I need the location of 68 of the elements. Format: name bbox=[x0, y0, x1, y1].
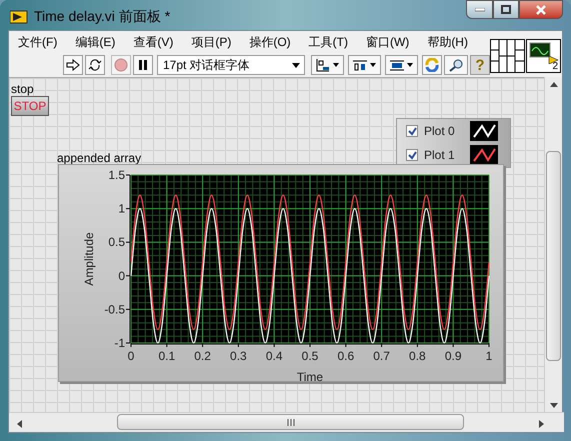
resize-button[interactable] bbox=[385, 55, 418, 75]
x-tick-label: 0.5 bbox=[302, 349, 318, 363]
scroll-up-icon[interactable] bbox=[550, 82, 558, 87]
dropdown-arrow-icon bbox=[292, 62, 300, 68]
x-tick-label: 0 bbox=[128, 349, 134, 363]
menu-item[interactable]: 帮助(H) bbox=[424, 33, 471, 51]
close-button[interactable] bbox=[519, 0, 563, 19]
plot-checkbox[interactable] bbox=[406, 149, 418, 161]
search-icon bbox=[448, 58, 464, 72]
y-axis-title: Amplitude bbox=[82, 232, 96, 286]
menu-item[interactable]: 编辑(E) bbox=[72, 33, 118, 51]
y-tick-label: -0.5 bbox=[104, 302, 125, 316]
x-tick-label: 0.7 bbox=[373, 349, 390, 363]
align-objects-icon bbox=[314, 58, 340, 72]
plot-name: Plot 1 bbox=[424, 147, 456, 164]
menu-item[interactable]: 查看(V) bbox=[130, 33, 176, 51]
cycle-arrows-icon bbox=[88, 58, 102, 72]
distribute-button[interactable] bbox=[348, 55, 381, 75]
x-axis-title: Time bbox=[296, 370, 324, 383]
x-tick-label: 0.3 bbox=[230, 349, 247, 363]
menu-item[interactable]: 窗口(W) bbox=[362, 33, 412, 51]
distribute-objects-icon bbox=[352, 58, 378, 72]
minimize-icon bbox=[474, 8, 484, 12]
menu-item[interactable]: 文件(F) bbox=[15, 33, 60, 51]
cleanup-button[interactable] bbox=[422, 55, 442, 75]
vertical-scroll-thumb[interactable] bbox=[546, 151, 561, 361]
menu-item[interactable]: 操作(O) bbox=[246, 33, 294, 51]
x-tick-label: 0.8 bbox=[409, 349, 426, 363]
x-tick-label: 0.1 bbox=[158, 349, 176, 363]
maximize-icon bbox=[501, 5, 511, 14]
y-tick-label: 0 bbox=[118, 268, 125, 283]
y-tick-label: 1.5 bbox=[108, 168, 125, 182]
window-title: Time delay.vi 前面板 * bbox=[34, 7, 170, 26]
run-button[interactable] bbox=[63, 55, 83, 75]
menu-item[interactable]: 项目(P) bbox=[188, 33, 234, 51]
close-icon bbox=[536, 4, 546, 14]
minimize-button[interactable] bbox=[466, 0, 493, 19]
search-button[interactable] bbox=[444, 55, 468, 75]
scroll-down-icon[interactable] bbox=[550, 403, 558, 408]
run-continuously-button[interactable] bbox=[85, 55, 105, 75]
plot-checkbox[interactable] bbox=[406, 125, 418, 137]
grip-icon bbox=[286, 418, 294, 426]
y-tick-label: 0.5 bbox=[108, 235, 125, 250]
connector-number: 2 bbox=[552, 62, 558, 72]
align-button[interactable] bbox=[311, 55, 344, 75]
horizontal-scroll-thumb[interactable] bbox=[117, 414, 464, 430]
stop-circle-icon bbox=[114, 58, 128, 72]
maximize-button[interactable] bbox=[493, 0, 519, 19]
app-icon bbox=[10, 10, 28, 24]
x-tick-label: 0.2 bbox=[194, 349, 211, 363]
y-tick-label: -1 bbox=[114, 336, 125, 350]
menu-item[interactable]: 工具(T) bbox=[306, 33, 351, 51]
x-tick-label: 1 bbox=[486, 349, 492, 363]
resize-objects-icon bbox=[388, 58, 414, 72]
x-tick-label: 0.9 bbox=[444, 349, 462, 363]
graph-label: appended array bbox=[57, 150, 142, 167]
scroll-right-icon[interactable] bbox=[539, 420, 544, 428]
circular-arrows-icon bbox=[425, 58, 439, 72]
run-arrow-icon bbox=[66, 59, 80, 71]
pause-button[interactable] bbox=[133, 55, 153, 75]
x-tick-label: 0.4 bbox=[266, 349, 283, 363]
x-tick-label: 0.6 bbox=[337, 349, 354, 363]
y-tick-label: 1 bbox=[118, 202, 125, 216]
pause-icon bbox=[138, 59, 148, 71]
scroll-left-icon[interactable] bbox=[17, 420, 22, 428]
font-dropdown[interactable]: 17pt 对话框字体 bbox=[157, 55, 305, 75]
control-label: stop bbox=[11, 81, 34, 98]
plot-name: Plot 0 bbox=[424, 123, 456, 140]
